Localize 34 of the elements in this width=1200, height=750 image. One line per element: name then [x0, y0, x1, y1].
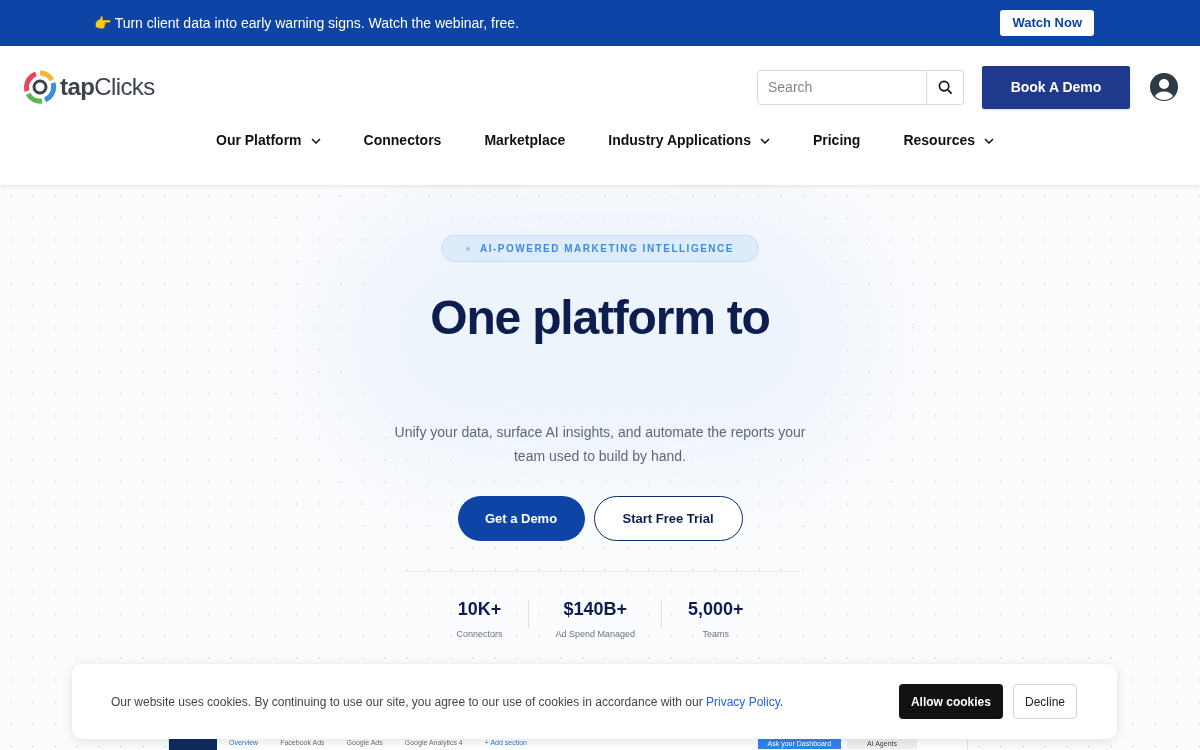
hero-subtitle: Unify your data, surface AI insights, and automate the reports your team used to build by hand.	[393, 423, 807, 466]
stat-label: Teams	[702, 628, 730, 641]
stat-value: $140B+	[563, 598, 627, 621]
nav-link[interactable]: Our Platform	[216, 130, 302, 151]
watch-now-button[interactable]: Watch Now	[1000, 10, 1094, 36]
cookie-notice-text: Our website uses cookies. By continuing to use our site, you agree to our use of cookies in accordance with our Privacy Policy.	[111, 693, 784, 711]
allow-cookies-button[interactable]: Allow cookies	[898, 684, 1003, 719]
stat-value: 10K+	[457, 598, 502, 621]
nav-link[interactable]: Pricing	[812, 130, 861, 151]
logo-icon	[23, 70, 57, 104]
chevron-down-icon	[310, 137, 321, 144]
decline-button[interactable]: Decline	[1012, 684, 1077, 719]
book-demo-button[interactable]: Book A Demo	[982, 65, 1130, 109]
stat-label: Ad Spend Managed	[555, 628, 635, 641]
nav-link[interactable]: Marketplace	[484, 130, 566, 151]
stat-label: Connectors	[456, 628, 503, 641]
chevron-down-icon	[984, 137, 994, 144]
logo-text[interactable]: tapClicks	[60, 69, 155, 105]
user-account-icon[interactable]	[1150, 73, 1178, 101]
nav-link[interactable]: Resources	[903, 130, 975, 151]
get-demo-button[interactable]: Get a Demo	[457, 496, 585, 541]
stat-value: 5,000+	[688, 598, 744, 621]
badge-text: AI-POWERED MARKETING INTELLIGENCE	[480, 242, 734, 256]
hero-title: One platform to	[430, 290, 770, 346]
search-icon	[937, 79, 953, 95]
search-field[interactable]: Search	[757, 69, 927, 105]
search-button[interactable]	[927, 69, 964, 105]
announcement-text: 👉 Turn client data into early warning signs. Watch the webinar, free.	[94, 13, 520, 33]
free-trial-button[interactable]: Start Free Trial	[593, 496, 743, 541]
chevron-down-icon	[759, 137, 770, 144]
nav-link[interactable]: Connectors	[363, 130, 442, 151]
bullet-icon	[466, 246, 470, 251]
nav-link[interactable]: Industry Applications	[608, 130, 751, 151]
privacy-policy-link[interactable]: Privacy Policy	[706, 694, 780, 709]
